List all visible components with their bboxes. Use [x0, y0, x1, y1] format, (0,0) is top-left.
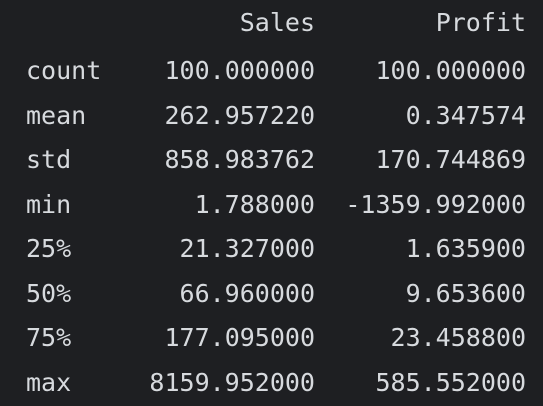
table-row: std 858.983762 170.744869	[0, 140, 543, 180]
sales-value: 100.000000	[164, 56, 315, 85]
profit-value: 23.458800	[390, 323, 526, 352]
table-row: min 1.788000 -1359.992000	[0, 185, 543, 225]
row-label: 25%	[26, 234, 72, 263]
row-label: 75%	[26, 323, 72, 352]
row-label: count	[26, 56, 102, 85]
describe-output-table: Sales Profit count 100.000000 100.000000…	[0, 0, 543, 406]
table-row: 75% 177.095000 23.458800	[0, 318, 543, 358]
sales-value: 262.957220	[164, 101, 315, 130]
column-header-profit: Profit	[435, 8, 526, 37]
profit-value: 1.635900	[405, 234, 526, 263]
sales-value: 66.960000	[179, 279, 315, 308]
profit-value: 585.552000	[375, 368, 526, 397]
table-row: 50% 66.960000 9.653600	[0, 274, 543, 314]
table-row: mean 262.957220 0.347574	[0, 96, 543, 136]
sales-value: 21.327000	[179, 234, 315, 263]
sales-value: 8159.952000	[149, 368, 315, 397]
row-label: std	[26, 145, 72, 174]
profit-value: 170.744869	[375, 145, 526, 174]
row-label: 50%	[26, 279, 72, 308]
table-header-row: Sales Profit	[0, 3, 543, 43]
profit-value: 9.653600	[405, 279, 526, 308]
table-row: max 8159.952000 585.552000	[0, 363, 543, 403]
column-header-sales: Sales	[239, 8, 315, 37]
profit-value: 100.000000	[375, 56, 526, 85]
profit-value: -1359.992000	[345, 190, 526, 219]
sales-value: 177.095000	[164, 323, 315, 352]
row-label: mean	[26, 101, 87, 130]
row-label: min	[26, 190, 72, 219]
table-row: count 100.000000 100.000000	[0, 51, 543, 91]
row-label: max	[26, 368, 72, 397]
sales-value: 1.788000	[194, 190, 315, 219]
sales-value: 858.983762	[164, 145, 315, 174]
profit-value: 0.347574	[405, 101, 526, 130]
table-row: 25% 21.327000 1.635900	[0, 229, 543, 269]
